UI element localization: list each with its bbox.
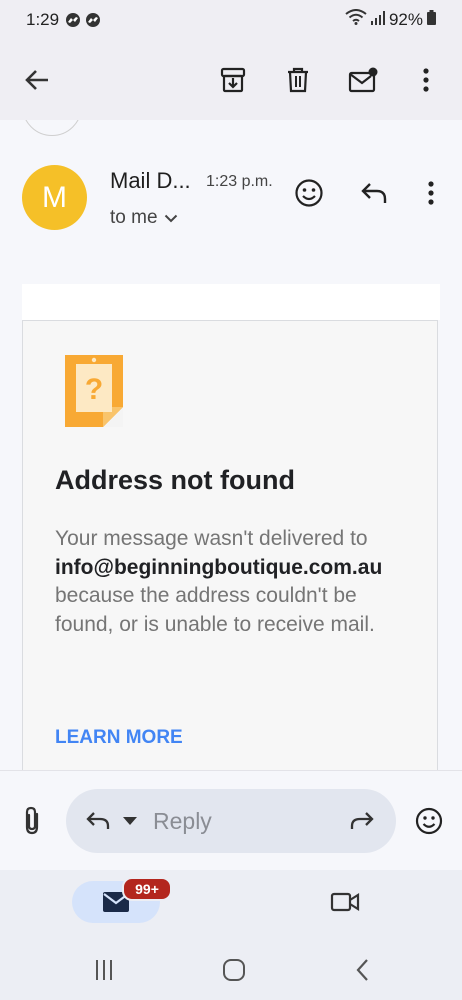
message-more-icon[interactable] bbox=[411, 173, 451, 213]
message-content: M Mail D... 1:23 p.m. to me ? Address no… bbox=[0, 120, 462, 770]
battery-icon bbox=[427, 9, 436, 30]
reply-dropdown-icon[interactable] bbox=[110, 801, 150, 841]
trash-icon[interactable] bbox=[278, 60, 318, 100]
status-time: 1:29 bbox=[26, 10, 60, 29]
recents-icon[interactable] bbox=[88, 954, 120, 986]
video-icon[interactable] bbox=[325, 882, 365, 922]
gmail-message-screen: 1:29 92% M Mail D... 1:23 p.m. to me ? A… bbox=[0, 0, 462, 1000]
bounce-notice-card: ? Address not found Your message wasn't … bbox=[22, 320, 438, 770]
emoji-react-icon[interactable] bbox=[289, 173, 329, 213]
chevron-down-icon bbox=[164, 207, 178, 229]
bottom-navigation: 99+ bbox=[0, 870, 462, 940]
card-title: Address not found bbox=[55, 465, 295, 495]
messenger-notification-icon bbox=[66, 13, 80, 27]
recipient-address[interactable]: info@beginningboutique.com.au bbox=[55, 556, 382, 579]
status-indicators: 92% bbox=[345, 9, 436, 30]
forward-icon[interactable] bbox=[342, 801, 382, 841]
back-arrow-icon[interactable] bbox=[17, 60, 57, 100]
reply-icon[interactable] bbox=[354, 173, 394, 213]
recipient-toggle[interactable]: to me bbox=[110, 207, 178, 229]
sent-time: 1:23 p.m. bbox=[206, 173, 273, 190]
status-bar: 1:29 92% bbox=[0, 0, 462, 40]
system-nav-bar bbox=[0, 940, 462, 1000]
address-not-found-icon: ? bbox=[65, 355, 123, 427]
unread-count-badge: 99+ bbox=[122, 877, 172, 901]
reply-bar: Reply bbox=[0, 770, 462, 870]
body-text-after: because the address couldn't be found, o… bbox=[55, 584, 375, 636]
body-text-before: Your message wasn't delivered to bbox=[55, 527, 368, 550]
recipient-label: to me bbox=[110, 207, 158, 228]
battery-percent: 92% bbox=[388, 9, 423, 29]
svg-text:?: ? bbox=[85, 373, 103, 406]
back-icon[interactable] bbox=[347, 954, 379, 986]
avatar[interactable]: M bbox=[22, 165, 87, 230]
signal-icon bbox=[370, 10, 385, 30]
learn-more-link[interactable]: LEARN MORE bbox=[55, 727, 183, 749]
archive-icon[interactable] bbox=[213, 60, 253, 100]
card-body: Your message wasn't delivered to info@be… bbox=[55, 525, 420, 639]
messenger-notification-icon bbox=[86, 13, 100, 27]
previous-message-avatar bbox=[22, 120, 82, 136]
reply-compose-pill[interactable]: Reply bbox=[66, 789, 396, 853]
home-icon[interactable] bbox=[218, 954, 250, 986]
reply-placeholder[interactable]: Reply bbox=[153, 808, 212, 835]
top-app-bar bbox=[0, 40, 462, 120]
mark-unread-icon[interactable] bbox=[343, 60, 383, 100]
more-vert-icon[interactable] bbox=[406, 60, 446, 100]
emoji-icon[interactable] bbox=[409, 801, 449, 841]
attachment-icon[interactable] bbox=[12, 801, 52, 841]
message-body-top bbox=[22, 284, 440, 320]
wifi-icon bbox=[345, 9, 367, 30]
sender-name[interactable]: Mail D... bbox=[110, 168, 191, 194]
